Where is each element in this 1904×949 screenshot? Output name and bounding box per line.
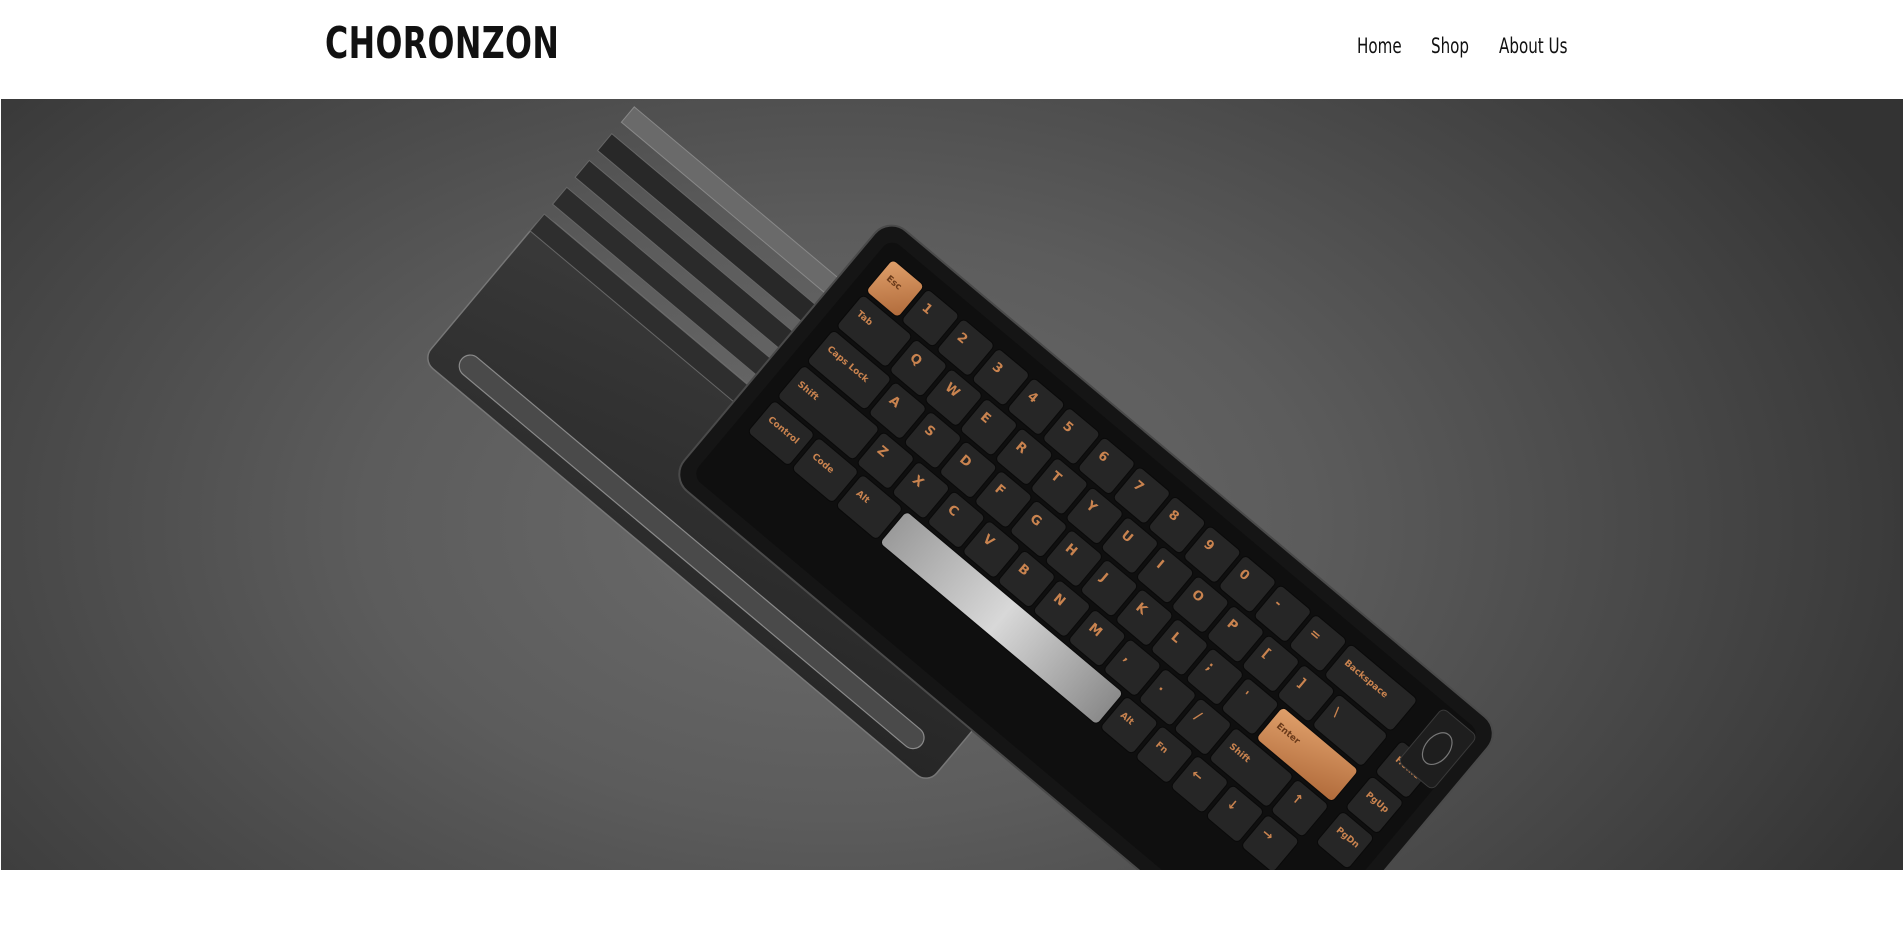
site-header: CHORONZON Home Shop About Us	[0, 0, 1904, 98]
nav-home-link[interactable]: Home	[1357, 34, 1402, 58]
page-bottom	[0, 870, 1904, 949]
nav-shop-link[interactable]: Shop	[1431, 34, 1469, 58]
hero-banner: Esc 1 2 3 4 5 6 7 8 9 0- = Backspace Tab Q W E R T Y U I O P[] \…	[1, 99, 1903, 870]
page: CHORONZON Home Shop About Us Esc 1 2 3 4…	[0, 0, 1904, 949]
brand-logo[interactable]: CHORONZON	[325, 18, 559, 69]
keyboard-hero-image: Esc1234567890-=BackspaceTabQWERTYUIOP[]\…	[427, 106, 1494, 870]
nav-about-us-link[interactable]: About Us	[1499, 34, 1567, 58]
